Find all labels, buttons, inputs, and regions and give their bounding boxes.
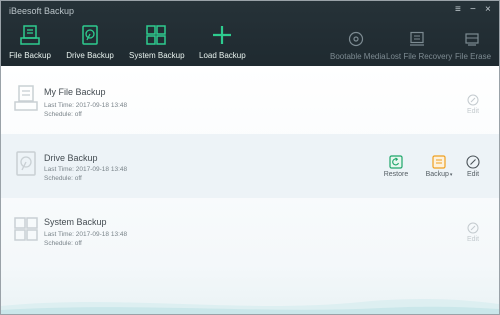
backup-row-drive[interactable]: Drive Backup Last Time: 2017-09-18 13:48… [1, 134, 499, 198]
edit-label: Edit [466, 236, 480, 243]
recovery-icon [410, 31, 424, 46]
backup-schedule: Schedule: off [44, 111, 82, 118]
disc-icon [348, 31, 364, 47]
system-backup-icon [146, 25, 166, 45]
edit-button[interactable]: Edit [463, 222, 483, 243]
edit-icon [466, 155, 480, 169]
load-backup-label: Load Backup [199, 51, 246, 60]
file-erase-label: File Erase [455, 52, 492, 61]
edit-icon [467, 222, 479, 234]
edit-button[interactable]: Edit [463, 94, 483, 115]
backup-last-time: Last Time: 2017-09-18 13:48 [44, 231, 128, 238]
load-backup-button[interactable]: Load Backup [199, 24, 246, 60]
system-backup-button[interactable]: System Backup [129, 24, 185, 60]
backup-row-system[interactable]: System Backup Last Time: 2017-09-18 13:4… [1, 200, 499, 264]
drive-backup-icon [82, 25, 98, 45]
bootable-media-label: Bootable Media [330, 52, 386, 61]
minimize-button[interactable]: − [470, 4, 476, 15]
bootable-media-button[interactable]: Bootable Media [330, 31, 386, 61]
restore-label: Restore [383, 171, 409, 178]
toolbar: iBeesoft Backup ≡ − × File Backup Drive … [1, 1, 499, 66]
file-backup-button[interactable]: File Backup [9, 24, 51, 60]
menu-icon[interactable]: ≡ [455, 4, 461, 15]
plus-icon [213, 26, 231, 44]
drive-backup-button[interactable]: Drive Backup [66, 24, 114, 60]
backup-row-file[interactable]: My File Backup Last Time: 2017-09-18 13:… [1, 70, 499, 134]
close-button[interactable]: × [485, 4, 491, 15]
backup-button[interactable]: Backup▾ [422, 155, 456, 178]
restore-button[interactable]: Restore [381, 155, 411, 178]
system-backup-icon [14, 217, 38, 241]
backup-last-time: Last Time: 2017-09-18 13:48 [44, 166, 128, 173]
chevron-down-icon[interactable]: ▾ [450, 172, 453, 178]
file-erase-button[interactable]: File Erase [455, 31, 492, 61]
edit-label: Edit [466, 171, 480, 178]
system-backup-label: System Backup [129, 51, 185, 60]
decorative-wave [1, 298, 499, 314]
edit-icon [467, 94, 479, 106]
lost-file-recovery-button[interactable]: Lost File Recovery [386, 31, 453, 61]
backup-list: My File Backup Last Time: 2017-09-18 13:… [1, 66, 499, 314]
edit-label: Edit [466, 108, 480, 115]
drive-backup-icon [16, 151, 36, 176]
backup-schedule: Schedule: off [44, 175, 82, 182]
backup-last-time: Last Time: 2017-09-18 13:48 [44, 102, 128, 109]
file-backup-icon [14, 85, 38, 111]
file-backup-label: File Backup [9, 51, 51, 60]
restore-icon [389, 155, 403, 169]
file-backup-icon [20, 25, 40, 45]
lost-file-recovery-label: Lost File Recovery [386, 52, 453, 61]
eraser-icon [465, 33, 479, 46]
edit-button[interactable]: Edit [463, 155, 483, 178]
backup-name: My File Backup [44, 87, 106, 97]
backup-label: Backup [425, 171, 449, 178]
backup-name: System Backup [44, 217, 107, 227]
drive-backup-label: Drive Backup [66, 51, 114, 60]
app-title: iBeesoft Backup [9, 6, 75, 16]
backup-icon [432, 155, 446, 169]
backup-schedule: Schedule: off [44, 240, 82, 247]
backup-name: Drive Backup [44, 153, 98, 163]
app-window: iBeesoft Backup ≡ − × File Backup Drive … [0, 0, 500, 315]
